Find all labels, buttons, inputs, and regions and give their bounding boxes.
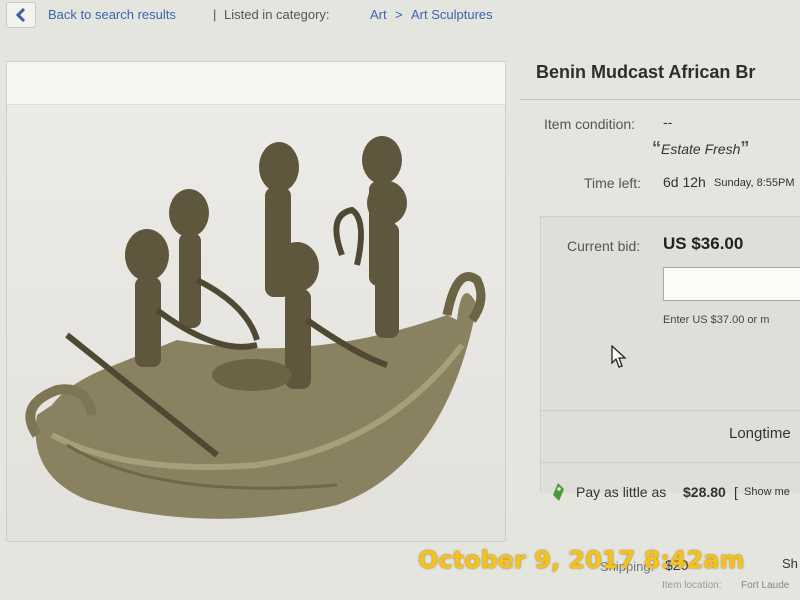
item-condition-value: --: [663, 114, 673, 130]
bid-amount-input[interactable]: [663, 267, 800, 301]
bid-hint: Enter US $37.00 or m: [663, 314, 770, 326]
current-bid-value: US $36.00: [663, 234, 744, 253]
time-left-value: 6d 12h: [663, 174, 706, 190]
listing-title: Benin Mudcast African Br: [536, 62, 756, 82]
back-button[interactable]: [6, 2, 36, 28]
image-header-strip: [7, 62, 505, 105]
time-left-label: Time left:: [584, 175, 642, 191]
item-condition-label: Item condition:: [544, 116, 636, 132]
mouse-cursor-icon: [611, 345, 627, 368]
condition-note-text: Estate Fresh: [661, 141, 741, 157]
panel-divider: [540, 410, 800, 411]
chevron-left-icon: [15, 8, 26, 22]
pay-bracket: [: [734, 484, 738, 500]
longtime-label: Longtime: [729, 425, 791, 442]
bronze-boat-sculpture-image: [25, 136, 486, 519]
item-location-value: Fort Laude: [741, 580, 790, 591]
back-to-search-link[interactable]: Back to search results: [48, 7, 176, 22]
pay-amount: $28.80: [683, 484, 726, 500]
show-me-link[interactable]: Show me: [744, 486, 790, 498]
product-image-viewer[interactable]: [6, 61, 506, 542]
current-bid-label: Current bid:: [567, 238, 641, 254]
photo-timestamp: October 9, 2017 8:42am: [418, 546, 745, 574]
breadcrumb-bar: Back to search results | Listed in categ…: [0, 0, 800, 32]
title-divider: [520, 99, 800, 100]
breadcrumb-art[interactable]: Art: [370, 7, 387, 22]
pay-as-little-text: Pay as little as: [576, 484, 667, 500]
product-image[interactable]: [7, 105, 505, 541]
auction-end-time: Sunday, 8:55PM: [714, 177, 795, 189]
nav-divider: |: [213, 7, 217, 22]
breadcrumb-art-sculptures[interactable]: Art Sculptures: [411, 7, 493, 22]
panel-divider-2: [540, 462, 800, 463]
bid-panel: [540, 216, 800, 493]
shipping-suffix: Sh: [782, 556, 798, 571]
item-location-label: Item location:: [662, 580, 722, 591]
payment-tag-icon: [553, 483, 564, 501]
condition-note: “Estate Fresh”: [652, 138, 750, 158]
breadcrumb-separator: >: [395, 7, 403, 22]
category-prefix: Listed in category:: [224, 7, 330, 22]
